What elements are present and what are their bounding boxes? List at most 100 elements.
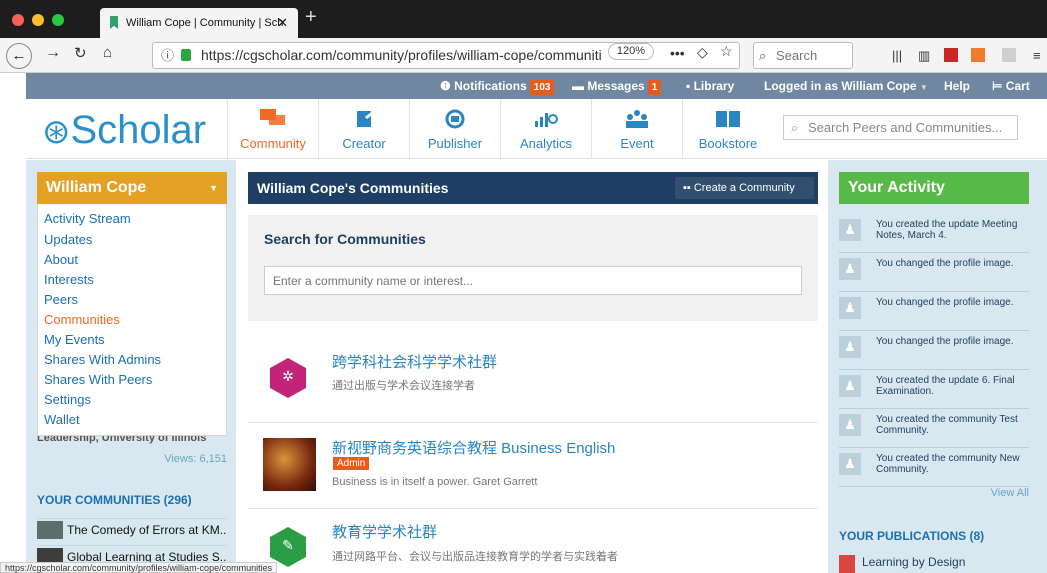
activity-item[interactable]: ♟ You created the community New Community… [839, 448, 1029, 487]
menu-item-updates[interactable]: Updates [44, 232, 92, 247]
search-icon: ⌕ [759, 48, 767, 63]
pocket-icon[interactable]: ◇ [697, 44, 708, 61]
publication-title: Learning by Design [862, 555, 966, 569]
tab-title: William Cope | Community | Sch [126, 17, 284, 29]
forward-button[interactable]: → [45, 44, 61, 62]
cart-icon: ⊨ [992, 79, 1006, 93]
menu-item-interests[interactable]: Interests [44, 272, 94, 287]
info-icon: ❶ [440, 79, 455, 93]
messages-link[interactable]: ▬ Messages 1 [572, 73, 662, 99]
scholar-logo[interactable]: ⊛Scholar [42, 108, 206, 153]
back-button[interactable]: ← [6, 43, 32, 69]
notifications-link[interactable]: ❶ Notifications 103 [440, 73, 555, 99]
your-communities-heading[interactable]: YOUR COMMUNITIES (296) [37, 493, 192, 507]
activity-item[interactable]: ♟ You changed the profile image. [839, 331, 1029, 370]
nav-analytics[interactable]: Analytics [500, 99, 591, 159]
zoom-level[interactable]: 120% [608, 43, 654, 60]
activity-item[interactable]: ♟ You created the update Meeting Notes, M… [839, 214, 1029, 253]
view-all-link[interactable]: View All [839, 487, 1029, 499]
page-title: William Cope's Communities [257, 180, 449, 196]
menu-item-settings[interactable]: Settings [44, 392, 91, 407]
nav-label: Bookstore [698, 136, 758, 151]
logo-text: Scholar [70, 108, 207, 152]
activity-item[interactable]: ♟ You changed the profile image. [839, 253, 1029, 292]
your-publications-heading[interactable]: YOUR PUBLICATIONS (8) [839, 529, 984, 543]
library-label: Library [693, 79, 735, 93]
create-community-button[interactable]: ▪▪ Create a Community [675, 177, 814, 199]
community-title[interactable]: 新视野商务英语综合教程 Business English [332, 437, 615, 458]
bookmark-star-icon[interactable]: ☆ [720, 43, 733, 60]
event-icon [626, 110, 648, 128]
pdf-extension-icon[interactable] [944, 48, 958, 62]
browser-status-bar: https://cgscholar.com/community/profiles… [0, 562, 278, 573]
help-link[interactable]: Help [944, 73, 970, 99]
publication-item[interactable]: Learning by Design [839, 555, 966, 573]
browser-tab-bar: William Cope | Community | Sch ✕ + [0, 0, 1047, 38]
menu-item-peers[interactable]: Peers [44, 292, 78, 307]
cart-label: Cart [1005, 79, 1030, 93]
close-tab-icon[interactable]: ✕ [277, 8, 288, 38]
community-search-input[interactable] [264, 266, 802, 295]
reload-button[interactable]: ↻ [74, 44, 87, 62]
nav-publisher[interactable]: Publisher [409, 99, 500, 159]
message-icon: ▬ [572, 79, 588, 93]
nav-event[interactable]: Event [591, 99, 682, 159]
minimize-window-button[interactable] [32, 14, 44, 26]
cart-link[interactable]: ⊨ Cart [992, 73, 1030, 99]
scholar-extension-icon[interactable] [971, 48, 985, 62]
activity-item[interactable]: ♟ You changed the profile image. [839, 292, 1029, 331]
menu-icon[interactable]: ≡ [1033, 48, 1041, 63]
user-avatar-icon: ♟ [839, 375, 861, 397]
community-description: 通过网路平台、会议与出版品连接教育学的学者与实践着者 [332, 551, 618, 563]
site-top-bar: ❶ Notifications 103 ▬ Messages 1 ▪ Library… [26, 73, 1047, 99]
sidebar-icon[interactable]: ▥ [918, 48, 930, 64]
page-actions-icon[interactable]: ••• [670, 45, 685, 61]
activity-text: You changed the profile image. [876, 258, 1014, 269]
bookstore-icon [716, 111, 740, 127]
site-info-icon[interactable]: ⓘ [161, 43, 174, 68]
nav-community[interactable]: Community [227, 99, 318, 159]
menu-item-shares-with-admins[interactable]: Shares With Admins [44, 352, 161, 367]
community-list-item[interactable]: The Comedy of Errors at KM... [37, 518, 227, 540]
activity-text: You created the update Meeting Notes, Ma… [876, 219, 1018, 241]
browser-search-input[interactable]: ⌕ Search [753, 42, 853, 69]
creator-icon [357, 109, 377, 127]
user-avatar-icon: ♟ [839, 297, 861, 319]
extension-icon[interactable] [1002, 48, 1016, 62]
nav-creator[interactable]: Creator [318, 99, 409, 159]
activity-text: You created the update 6. Final Examinat… [876, 375, 1015, 397]
menu-item-wallet[interactable]: Wallet [44, 412, 80, 427]
menu-item-my-events[interactable]: My Events [44, 332, 105, 347]
maximize-window-button[interactable] [52, 14, 64, 26]
menu-item-about[interactable]: About [44, 252, 78, 267]
browser-nav-bar: ← → ↻ ⌂ ⓘ https://cgscholar.com/communit… [0, 38, 1047, 73]
new-tab-button[interactable]: + [305, 6, 317, 29]
browser-tab[interactable]: William Cope | Community | Sch ✕ [100, 8, 298, 38]
library-icon[interactable]: ||| [892, 48, 902, 63]
user-avatar-icon: ♟ [839, 219, 861, 241]
chevron-down-icon: ▼ [919, 83, 928, 92]
nav-bookstore[interactable]: Bookstore [682, 99, 773, 159]
activity-text: You created the community Test Community… [876, 414, 1018, 436]
user-menu-button[interactable]: William Cope ▼ [37, 172, 227, 204]
user-avatar-icon: ♟ [839, 453, 861, 475]
community-icon [260, 109, 285, 125]
menu-item-communities[interactable]: Communities [44, 312, 120, 327]
logo-mark-icon: ⊛ [42, 113, 71, 151]
activity-item[interactable]: ♟ You created the community Test Communit… [839, 409, 1029, 448]
community-title[interactable]: 跨学科社会科学学术社群 [332, 351, 497, 372]
community-thumbnail-image [263, 438, 316, 491]
logged-in-menu[interactable]: Logged in as William Cope ▼ [764, 73, 928, 99]
site-search-input[interactable]: ⌕ Search Peers and Communities... [783, 115, 1018, 140]
menu-item-shares-with-peers[interactable]: Shares With Peers [44, 372, 152, 387]
library-link[interactable]: ▪ Library [686, 73, 734, 99]
url-text: https://cgscholar.com/community/profiles… [201, 47, 602, 63]
activity-item[interactable]: ♟ You created the update 6. Final Examina… [839, 370, 1029, 409]
community-title[interactable]: 教育学学术社群 [332, 521, 437, 542]
close-window-button[interactable] [12, 14, 24, 26]
home-button[interactable]: ⌂ [103, 44, 112, 61]
profile-views: Views: 6,151 [164, 453, 227, 465]
menu-item-activity-stream[interactable]: Activity Stream [44, 211, 131, 226]
activity-text: You changed the profile image. [876, 297, 1014, 308]
nav-label: Community [240, 136, 306, 151]
